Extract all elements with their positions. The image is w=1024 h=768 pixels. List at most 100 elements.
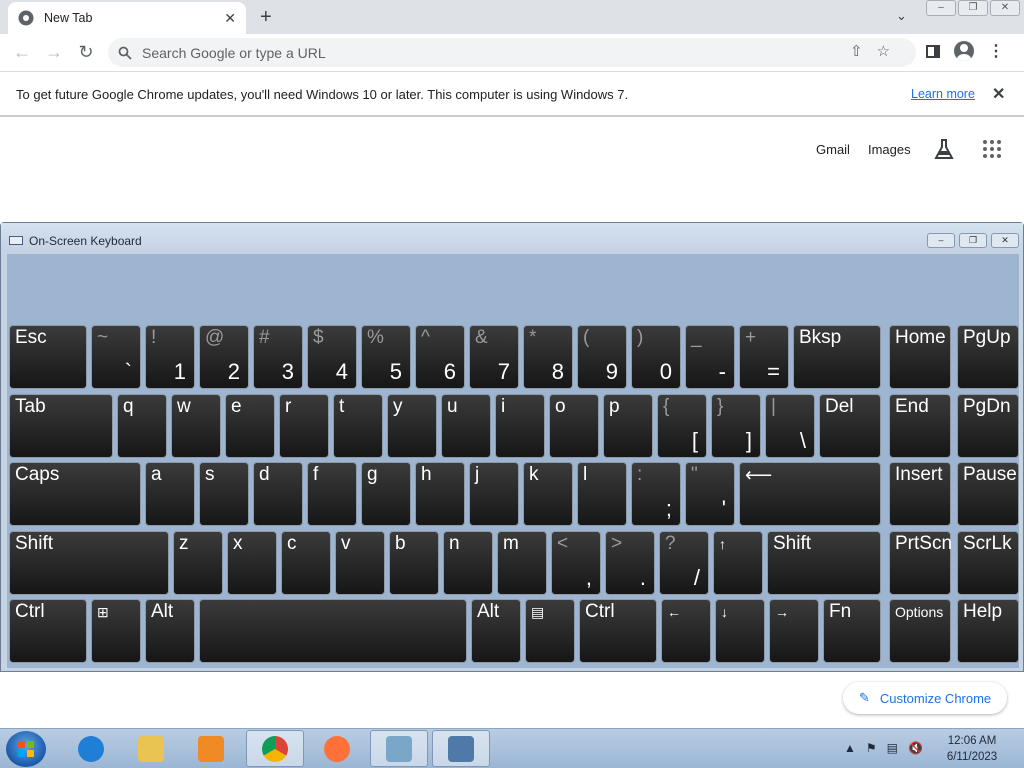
- key-sym4-5[interactable]: ▤: [525, 599, 575, 663]
- key-f[interactable]: f: [307, 462, 357, 526]
- key-sym1-12[interactable]: }]: [711, 394, 761, 458]
- taskbar-ie[interactable]: [62, 730, 120, 767]
- key-shift[interactable]: Shift: [9, 531, 169, 595]
- close-infobar-icon[interactable]: ✕: [992, 84, 1005, 104]
- key-j[interactable]: j: [469, 462, 519, 526]
- key-h[interactable]: h: [415, 462, 465, 526]
- key-fn[interactable]: Fn: [823, 599, 881, 663]
- key-options[interactable]: Options: [889, 599, 951, 663]
- key-sym2-11[interactable]: " ': [685, 462, 735, 526]
- key-shift[interactable]: Shift: [767, 531, 881, 595]
- key-sym0-1[interactable]: ~ `: [91, 325, 141, 389]
- key-z[interactable]: z: [173, 531, 223, 595]
- volume-muted-icon[interactable]: 🔇: [908, 741, 923, 755]
- key-d[interactable]: d: [253, 462, 303, 526]
- learn-more-link[interactable]: Learn more: [911, 87, 975, 101]
- forward-button[interactable]: →: [38, 42, 70, 63]
- key-o[interactable]: o: [549, 394, 599, 458]
- key-t[interactable]: t: [333, 394, 383, 458]
- key-sym4-8[interactable]: ↓: [715, 599, 765, 663]
- key-a[interactable]: a: [145, 462, 195, 526]
- minimize-button[interactable]: –: [926, 0, 956, 16]
- key-n[interactable]: n: [443, 531, 493, 595]
- close-window-button[interactable]: ✕: [990, 0, 1020, 16]
- key-sym2-12[interactable]: ⟵: [739, 462, 881, 526]
- key-end[interactable]: End: [889, 394, 951, 458]
- start-button[interactable]: [6, 731, 46, 767]
- key-s[interactable]: s: [199, 462, 249, 526]
- omnibox[interactable]: [108, 38, 916, 67]
- key-insert[interactable]: Insert: [889, 462, 951, 526]
- profile-avatar-icon[interactable]: [954, 41, 974, 61]
- key-sym0-7[interactable]: ^ 6: [415, 325, 465, 389]
- key-pgdn[interactable]: PgDn: [957, 394, 1019, 458]
- key-r[interactable]: r: [279, 394, 329, 458]
- key-home[interactable]: Home: [889, 325, 951, 389]
- key-y[interactable]: y: [387, 394, 437, 458]
- google-apps-icon[interactable]: [982, 140, 1001, 158]
- key-esc[interactable]: Esc: [9, 325, 87, 389]
- key-sym0-8[interactable]: & 7: [469, 325, 519, 389]
- key-sym0-4[interactable]: #3: [253, 325, 303, 389]
- key-sym1-13[interactable]: | \: [765, 394, 815, 458]
- key-sym2-10[interactable]: :;: [631, 462, 681, 526]
- key-sym0-12[interactable]: _ -: [685, 325, 735, 389]
- new-tab-button[interactable]: +: [260, 6, 272, 29]
- key-ctrl[interactable]: Ctrl: [579, 599, 657, 663]
- taskbar-onscreen-keyboard[interactable]: [432, 730, 490, 767]
- key-sym3-10[interactable]: ? /: [659, 531, 709, 595]
- key-sym0-5[interactable]: $4: [307, 325, 357, 389]
- key-sym0-6[interactable]: % 5: [361, 325, 411, 389]
- taskbar-file-explorer[interactable]: [122, 730, 180, 767]
- key-sym4-7[interactable]: ←: [661, 599, 711, 663]
- key-k[interactable]: k: [523, 462, 573, 526]
- osk-close-button[interactable]: ✕: [991, 233, 1019, 248]
- key-help[interactable]: Help: [957, 599, 1019, 663]
- images-link[interactable]: Images: [868, 142, 911, 157]
- key-ctrl[interactable]: Ctrl: [9, 599, 87, 663]
- key-c[interactable]: c: [281, 531, 331, 595]
- key-bksp[interactable]: Bksp: [793, 325, 881, 389]
- action-center-flag-icon[interactable]: ⚑: [866, 741, 877, 755]
- taskbar-app-window[interactable]: [370, 730, 428, 767]
- key-caps[interactable]: Caps: [9, 462, 141, 526]
- close-tab-icon[interactable]: ✕: [224, 10, 236, 27]
- key-w[interactable]: w: [171, 394, 221, 458]
- key-space[interactable]: [199, 599, 467, 663]
- key-b[interactable]: b: [389, 531, 439, 595]
- tab-new-tab[interactable]: New Tab ✕: [8, 2, 246, 34]
- back-button[interactable]: ←: [6, 42, 38, 63]
- key-l[interactable]: l: [577, 462, 627, 526]
- share-icon[interactable]: ⇧: [850, 42, 863, 60]
- key-sym3-9[interactable]: >.: [605, 531, 655, 595]
- gmail-link[interactable]: Gmail: [816, 142, 850, 157]
- key-scrlk[interactable]: ScrLk: [957, 531, 1019, 595]
- taskbar-chrome[interactable]: [246, 730, 304, 767]
- customize-chrome-button[interactable]: ✎ Customize Chrome: [843, 682, 1007, 714]
- key-sym4-1[interactable]: ⊞: [91, 599, 141, 663]
- restore-button[interactable]: ❐: [958, 0, 988, 16]
- show-hidden-icons-icon[interactable]: ▲: [844, 741, 856, 755]
- key-sym4-9[interactable]: →: [769, 599, 819, 663]
- key-x[interactable]: x: [227, 531, 277, 595]
- key-v[interactable]: v: [335, 531, 385, 595]
- bookmark-star-icon[interactable]: ☆: [877, 42, 890, 60]
- side-panel-icon[interactable]: [926, 44, 940, 58]
- address-input[interactable]: [142, 44, 916, 61]
- key-tab[interactable]: Tab: [9, 394, 113, 458]
- key-i[interactable]: i: [495, 394, 545, 458]
- osk-restore-button[interactable]: ❐: [959, 233, 987, 248]
- key-sym3-11[interactable]: ↑: [713, 531, 763, 595]
- network-icon[interactable]: ▤: [887, 741, 898, 755]
- key-p[interactable]: p: [603, 394, 653, 458]
- key-e[interactable]: e: [225, 394, 275, 458]
- taskbar-firefox[interactable]: [308, 730, 366, 767]
- labs-flask-icon[interactable]: [933, 138, 955, 160]
- key-m[interactable]: m: [497, 531, 547, 595]
- key-sym3-8[interactable]: <,: [551, 531, 601, 595]
- key-del[interactable]: Del: [819, 394, 881, 458]
- key-sym1-11[interactable]: {[: [657, 394, 707, 458]
- key-pause[interactable]: Pause: [957, 462, 1019, 526]
- key-g[interactable]: g: [361, 462, 411, 526]
- key-u[interactable]: u: [441, 394, 491, 458]
